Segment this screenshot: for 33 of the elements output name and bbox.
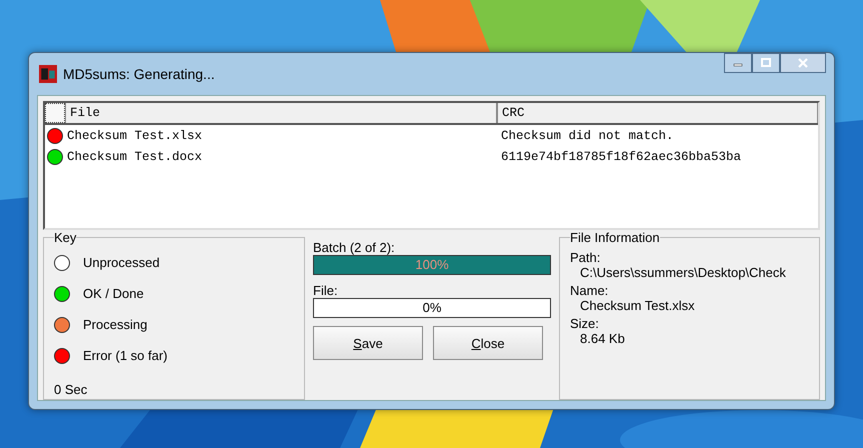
field-value: 8.64 Kb (579, 331, 626, 346)
progress-reading: 100% (415, 256, 449, 274)
close-icon (798, 58, 808, 68)
progress-label: File: (313, 283, 339, 298)
column-header[interactable]: CRC (497, 103, 818, 123)
maximize-icon (761, 58, 771, 68)
app-icon (39, 65, 57, 83)
minimize-button[interactable] (724, 53, 752, 73)
progress-reading: 0% (422, 299, 442, 317)
window-title: MD5sums: Generating... (63, 66, 215, 82)
group-title: File Information (570, 230, 660, 245)
table-cell-text: Checksum Test.xlsx (66, 128, 204, 142)
table-cell-text: Checksum Test.docx (66, 150, 204, 164)
field-value: Checksum Test.xlsx (579, 298, 696, 313)
field-label: Size: (570, 316, 600, 331)
group-title: Key (54, 230, 76, 245)
save-button[interactable]: Save (313, 326, 423, 360)
column-header[interactable]: File (65, 103, 497, 123)
key-label: OK / Done (83, 286, 144, 301)
table-cell-text: 6119e74bf18785f18f62aec36bba53ba (500, 150, 742, 164)
elapsed-time: 0 Sec (54, 382, 88, 397)
field-label: Path: (570, 250, 602, 265)
field-value: C:\Users\ssummers\Desktop\Check (579, 265, 787, 280)
close-button[interactable] (780, 53, 826, 73)
header-checkbox[interactable] (45, 103, 65, 123)
field-label: Name: (570, 283, 610, 298)
close-button[interactable]: Close (433, 326, 543, 360)
progress-label: Batch (2 of 2): (313, 240, 396, 255)
key-label: Unprocessed (83, 255, 160, 270)
key-label: Error (1 so far) (83, 348, 168, 363)
maximize-button[interactable] (752, 53, 780, 73)
table-cell-text: Checksum did not match. (500, 128, 675, 142)
key-label: Processing (83, 317, 148, 332)
